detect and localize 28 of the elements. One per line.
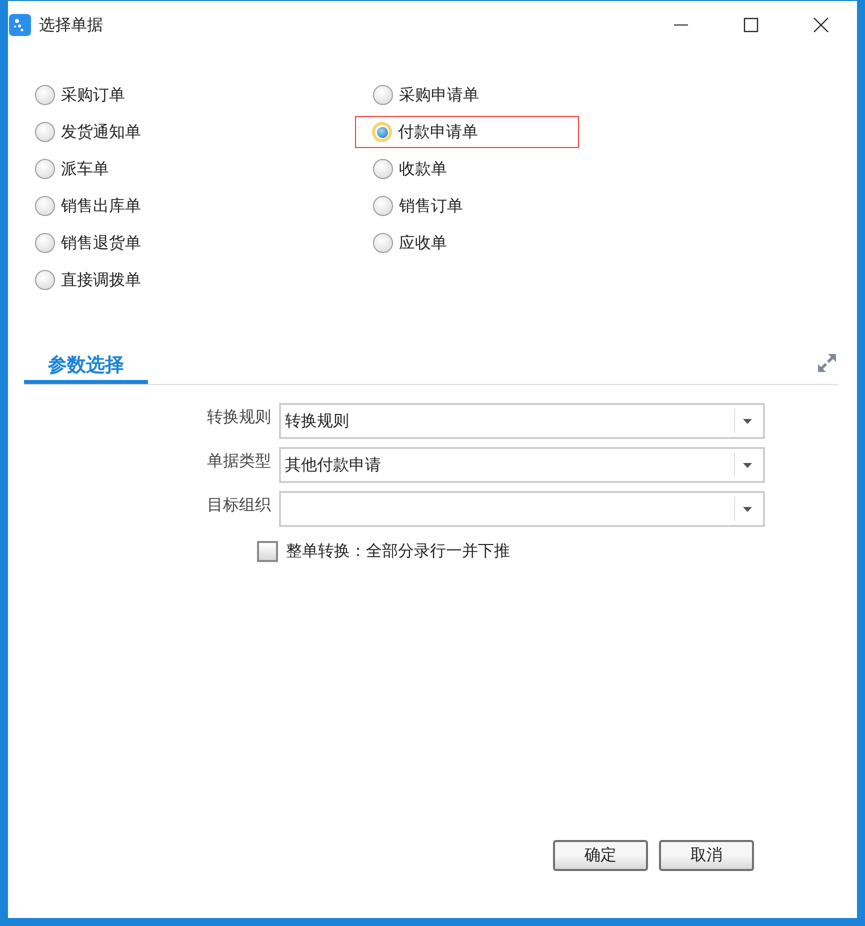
- radio-option[interactable]: 派车单: [34, 153, 116, 185]
- caret-icon: [743, 418, 752, 424]
- radio-option[interactable]: 采购订单: [34, 79, 132, 111]
- field-label: 转换规则: [206, 406, 271, 428]
- maximize-icon[interactable]: [743, 17, 759, 33]
- radio-option[interactable]: 销售退货单: [34, 227, 148, 259]
- radio-option[interactable]: 应收单: [372, 227, 454, 259]
- radio-option[interactable]: 销售订单: [372, 190, 470, 222]
- radio-option[interactable]: 采购申请单: [372, 79, 486, 111]
- radio-option[interactable]: 收款单: [372, 153, 454, 185]
- close-icon[interactable]: [813, 17, 829, 33]
- field-label: 目标组织: [206, 494, 271, 516]
- radio-option[interactable]: 付款申请单: [355, 116, 579, 148]
- dropdown-field[interactable]: 其他付款申请: [279, 447, 765, 483]
- dialog-button[interactable]: 确定: [553, 840, 648, 871]
- dropdown-field[interactable]: 转换规则: [279, 403, 765, 439]
- checkbox-option[interactable]: 整单转换：全部分录行一并下推: [257, 541, 857, 562]
- dialog-button[interactable]: 取消: [659, 840, 754, 871]
- window-title: 选择单据: [39, 14, 103, 36]
- field-label: 单据类型: [206, 450, 271, 472]
- radio-option[interactable]: 销售出库单: [34, 190, 148, 222]
- expand-icon[interactable]: [816, 352, 838, 374]
- caret-icon: [743, 462, 752, 468]
- tab[interactable]: 参数选择: [24, 348, 148, 384]
- radio-option[interactable]: 直接调拨单: [34, 264, 148, 296]
- radio-option[interactable]: 发货通知单: [34, 116, 148, 148]
- dropdown-field[interactable]: [279, 491, 765, 527]
- caret-icon: [743, 506, 752, 512]
